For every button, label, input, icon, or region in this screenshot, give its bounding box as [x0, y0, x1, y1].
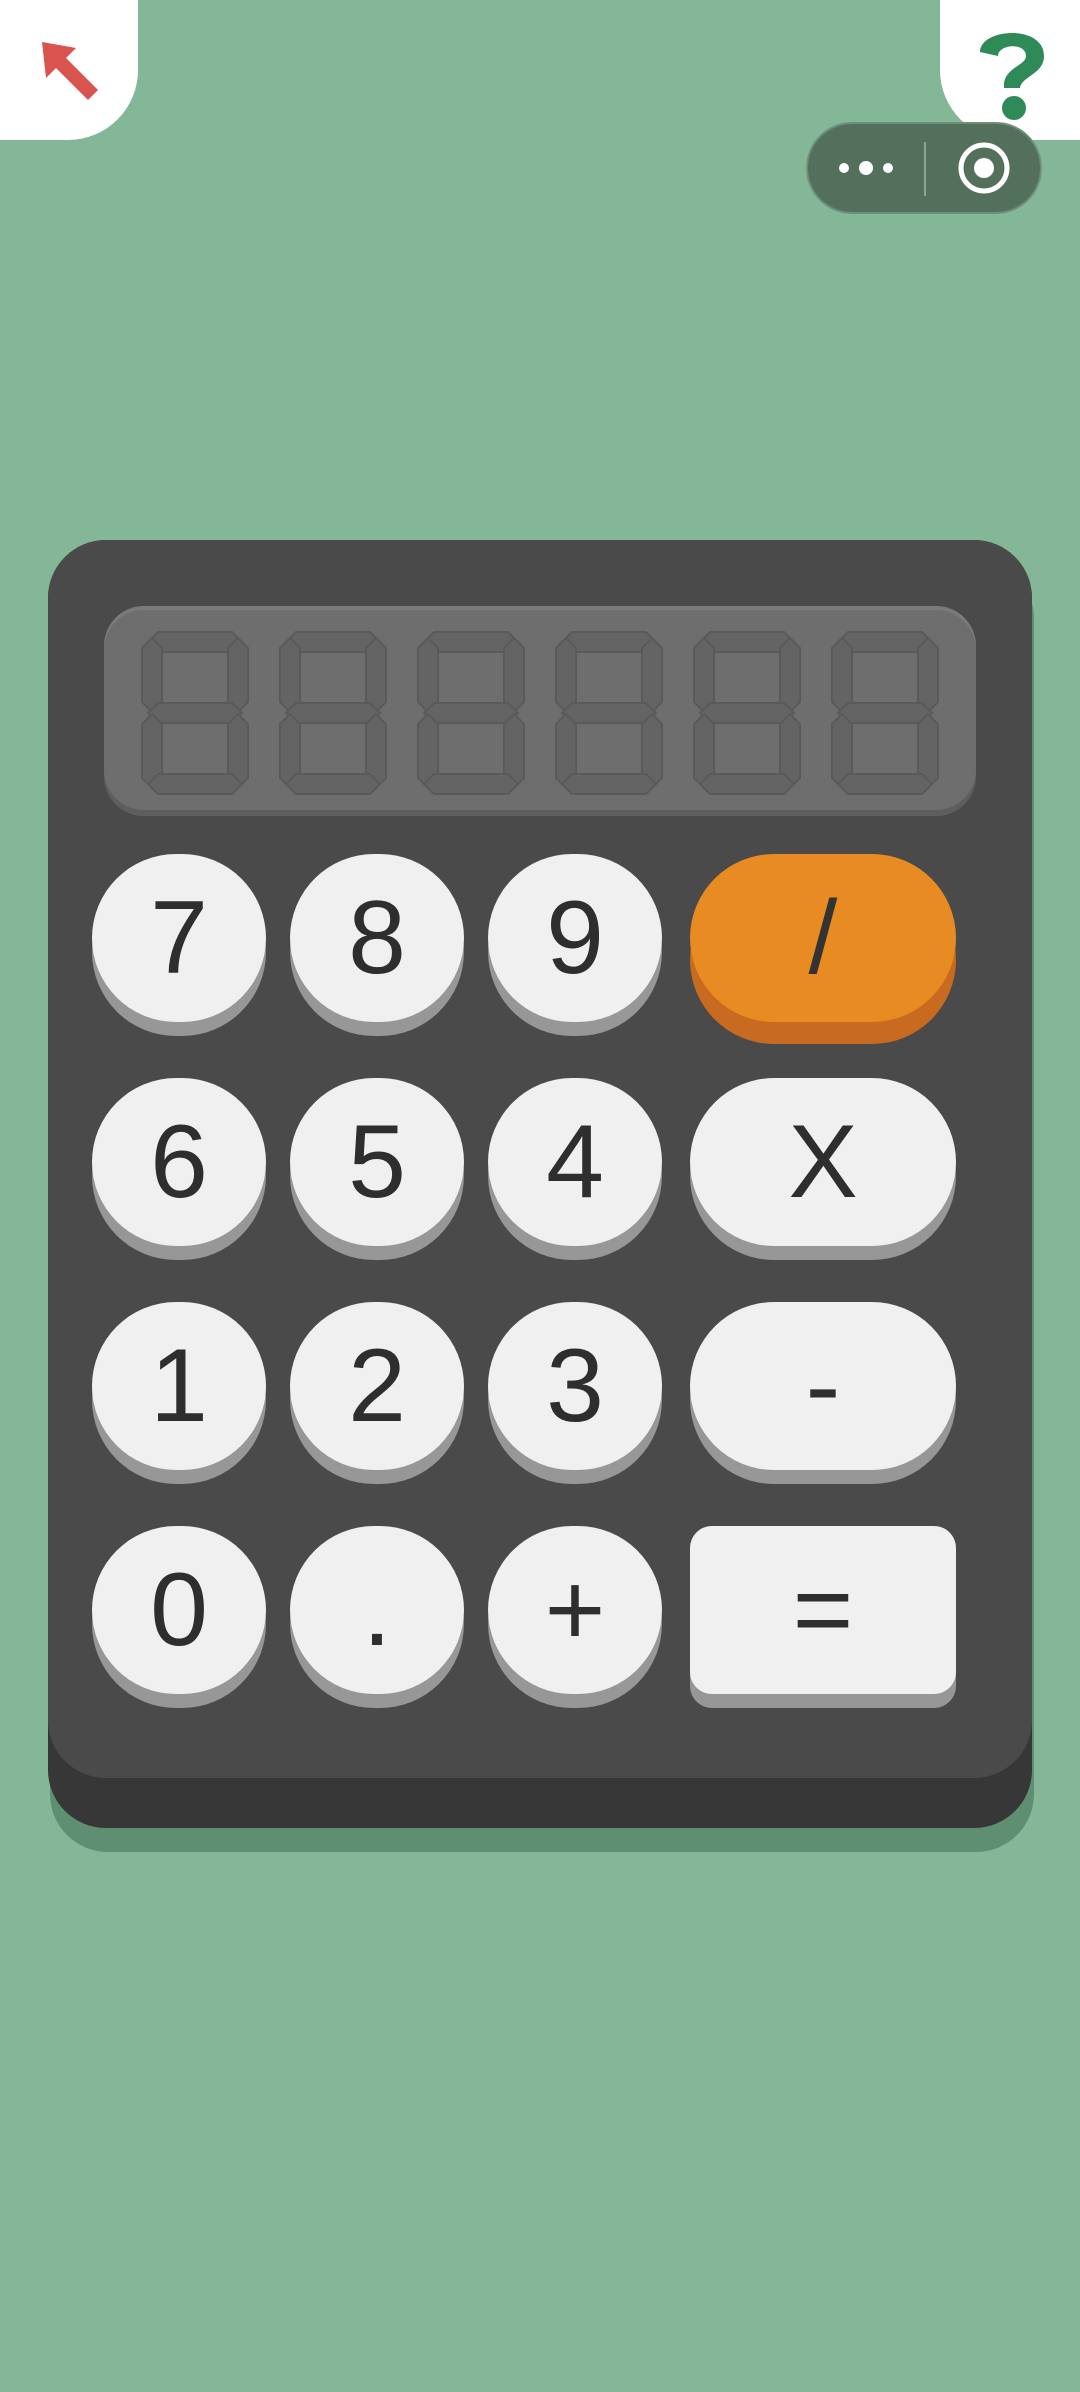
seven-segment-digit: [555, 631, 663, 795]
key-label: +: [544, 1552, 606, 1668]
back-button[interactable]: [0, 0, 138, 140]
key-label: 8: [348, 880, 406, 996]
target-circle-icon: [958, 142, 1010, 194]
calculator-display: [104, 606, 976, 816]
key-1[interactable]: 1: [92, 1302, 266, 1470]
more-button[interactable]: [808, 124, 924, 212]
seven-segment-digit: [279, 631, 387, 795]
subtract-button[interactable]: -: [690, 1302, 956, 1470]
question-mark-icon: [980, 33, 1044, 120]
key-label: 9: [546, 880, 604, 996]
back-arrow-icon: [42, 42, 98, 100]
key-label: 7: [150, 880, 208, 996]
key-4[interactable]: 4: [488, 1078, 662, 1246]
key-label: 3: [546, 1328, 604, 1444]
equals-button[interactable]: =: [690, 1526, 956, 1694]
key-label: 4: [546, 1104, 604, 1220]
seven-segment-digit: [417, 631, 525, 795]
key-8[interactable]: 8: [290, 854, 464, 1022]
multiply-button[interactable]: X: [690, 1078, 956, 1246]
divide-button[interactable]: /: [690, 854, 956, 1022]
seven-segment-digit: [141, 631, 249, 795]
key-2[interactable]: 2: [290, 1302, 464, 1470]
key-label: X: [788, 1104, 858, 1220]
key-label: 6: [150, 1104, 208, 1220]
menu-capsule: [806, 122, 1042, 214]
key-0[interactable]: 0: [92, 1526, 266, 1694]
key-label: 1: [150, 1328, 208, 1444]
key-label: 2: [348, 1328, 406, 1444]
key-label: /: [808, 880, 838, 996]
key-7[interactable]: 7: [92, 854, 266, 1022]
add-button[interactable]: +: [488, 1526, 662, 1694]
ellipsis-icon: [839, 161, 893, 175]
key-3[interactable]: 3: [488, 1302, 662, 1470]
calculator-game-screen: 7 8 9 / 6 5 4 X 1 2 3 - 0 . + =: [0, 0, 1080, 2392]
key-label: .: [362, 1552, 392, 1668]
decimal-point-button[interactable]: .: [290, 1526, 464, 1694]
key-label: -: [805, 1328, 841, 1444]
seven-segment-digit: [831, 631, 939, 795]
help-button[interactable]: [940, 0, 1080, 140]
seven-segment-digit: [693, 631, 801, 795]
key-label: =: [792, 1552, 854, 1668]
key-9[interactable]: 9: [488, 854, 662, 1022]
key-label: 5: [348, 1104, 406, 1220]
key-6[interactable]: 6: [92, 1078, 266, 1246]
key-5[interactable]: 5: [290, 1078, 464, 1246]
close-button[interactable]: [926, 124, 1042, 212]
key-label: 0: [150, 1552, 208, 1668]
